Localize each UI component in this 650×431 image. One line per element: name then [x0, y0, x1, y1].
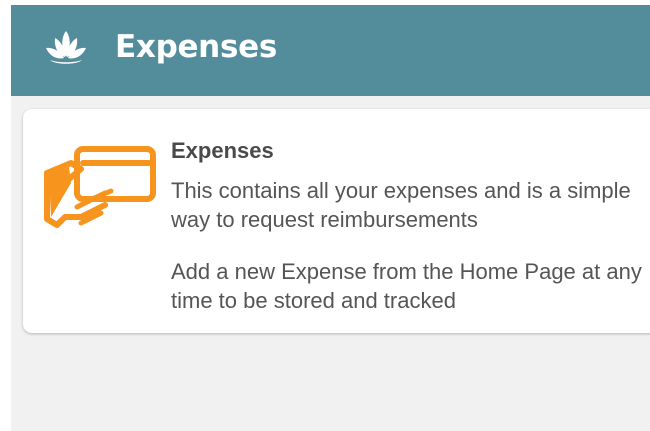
lotus-icon: [44, 27, 88, 67]
app-screen: Expenses Expenses This contains all your…: [11, 5, 650, 431]
card-description: This contains all your expenses and is a…: [171, 178, 631, 232]
page-title: Expenses: [115, 29, 277, 65]
app-bar: Expenses: [11, 5, 650, 96]
card-in-hand-icon: [41, 143, 157, 229]
expenses-info-card: Expenses This contains all your expenses…: [23, 109, 650, 333]
card-title: Expenses: [171, 138, 274, 163]
card-hint: Add a new Expense from the Home Page at …: [171, 259, 642, 313]
